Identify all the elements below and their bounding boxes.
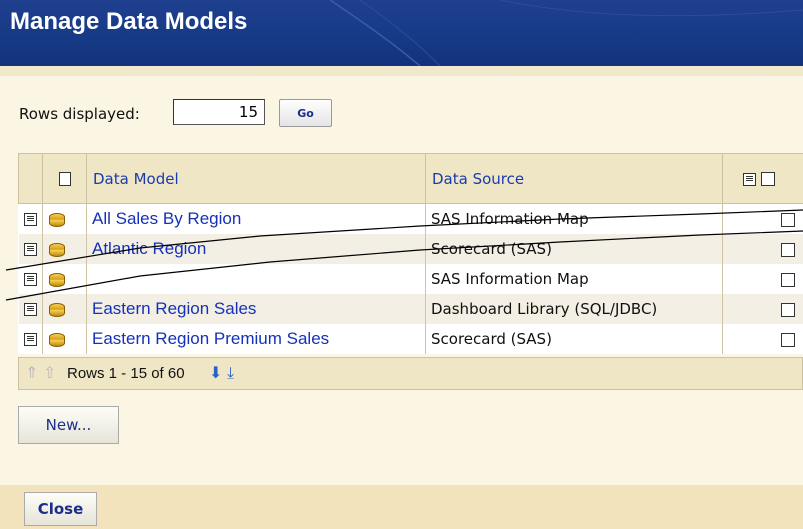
first-page-icon[interactable]: ⇑ — [25, 363, 38, 382]
header-type-cell — [42, 153, 87, 204]
data-model-icon — [48, 332, 66, 348]
header-menu-cell — [18, 153, 43, 204]
row-checkbox[interactable] — [781, 302, 795, 317]
row-menu-icon[interactable] — [23, 303, 37, 316]
row-checkbox[interactable] — [781, 212, 795, 227]
next-page-icon[interactable]: ⬇ — [209, 363, 222, 382]
document-icon — [58, 172, 71, 186]
row-menu-icon[interactable] — [23, 213, 37, 226]
column-header-data-model[interactable]: Data Model — [86, 153, 426, 204]
row-menu-icon[interactable] — [23, 333, 37, 346]
table-row: SAS Information Map — [18, 264, 803, 294]
rows-displayed-input[interactable] — [173, 99, 265, 125]
row-checkbox[interactable] — [781, 272, 795, 287]
data-models-table: Data Model Data Source All Sales By Regi… — [18, 153, 803, 354]
data-model-link[interactable]: Atlantic Region — [92, 239, 206, 258]
table-row: Eastern Region Sales Dashboard Library (… — [18, 294, 803, 324]
previous-page-icon[interactable]: ⇧ — [43, 363, 56, 382]
data-model-link[interactable]: All Sales By Region — [92, 209, 241, 228]
table-row: Atlantic Region Scorecard (SAS) — [18, 234, 803, 264]
table-header-row: Data Model Data Source — [18, 153, 803, 204]
select-menu-icon[interactable] — [743, 172, 756, 186]
row-checkbox[interactable] — [781, 332, 795, 347]
data-model-link[interactable]: Eastern Region Sales — [92, 299, 256, 318]
table-row: Eastern Region Premium Sales Scorecard (… — [18, 324, 803, 354]
last-page-icon[interactable]: ⤓ — [227, 363, 234, 383]
data-model-link[interactable]: Eastern Region Premium Sales — [92, 329, 329, 348]
data-model-icon — [48, 302, 66, 318]
data-model-icon — [48, 242, 66, 258]
row-menu-icon[interactable] — [23, 273, 37, 286]
pagination-bar: ⇑ ⇧ Rows 1 - 15 of 60 ⬇ ⤓ — [18, 357, 803, 390]
pagination-text: Rows 1 - 15 of 60 — [67, 365, 185, 382]
table-row: All Sales By Region SAS Information Map — [18, 203, 803, 234]
data-source-text: Scorecard (SAS) — [431, 240, 552, 258]
data-model-icon — [48, 272, 66, 288]
data-source-text: Dashboard Library (SQL/JDBC) — [431, 300, 658, 318]
data-source-text: SAS Information Map — [431, 270, 589, 288]
column-header-data-source[interactable]: Data Source — [425, 153, 723, 204]
rows-displayed-label: Rows displayed: — [19, 105, 140, 123]
close-button[interactable]: Close — [24, 492, 97, 526]
row-menu-icon[interactable] — [23, 243, 37, 256]
go-button[interactable]: Go — [279, 99, 332, 127]
data-model-icon — [48, 212, 66, 228]
row-checkbox[interactable] — [781, 242, 795, 257]
page-header: Manage Data Models — [0, 0, 803, 66]
select-all-checkbox[interactable] — [760, 172, 775, 186]
header-band — [0, 66, 803, 76]
page-title: Manage Data Models — [10, 8, 248, 35]
data-source-text: Scorecard (SAS) — [431, 330, 552, 348]
new-button[interactable]: New... — [18, 406, 119, 444]
header-select-cell — [722, 153, 803, 204]
data-source-text: SAS Information Map — [431, 210, 589, 228]
footer-bar — [0, 485, 803, 529]
